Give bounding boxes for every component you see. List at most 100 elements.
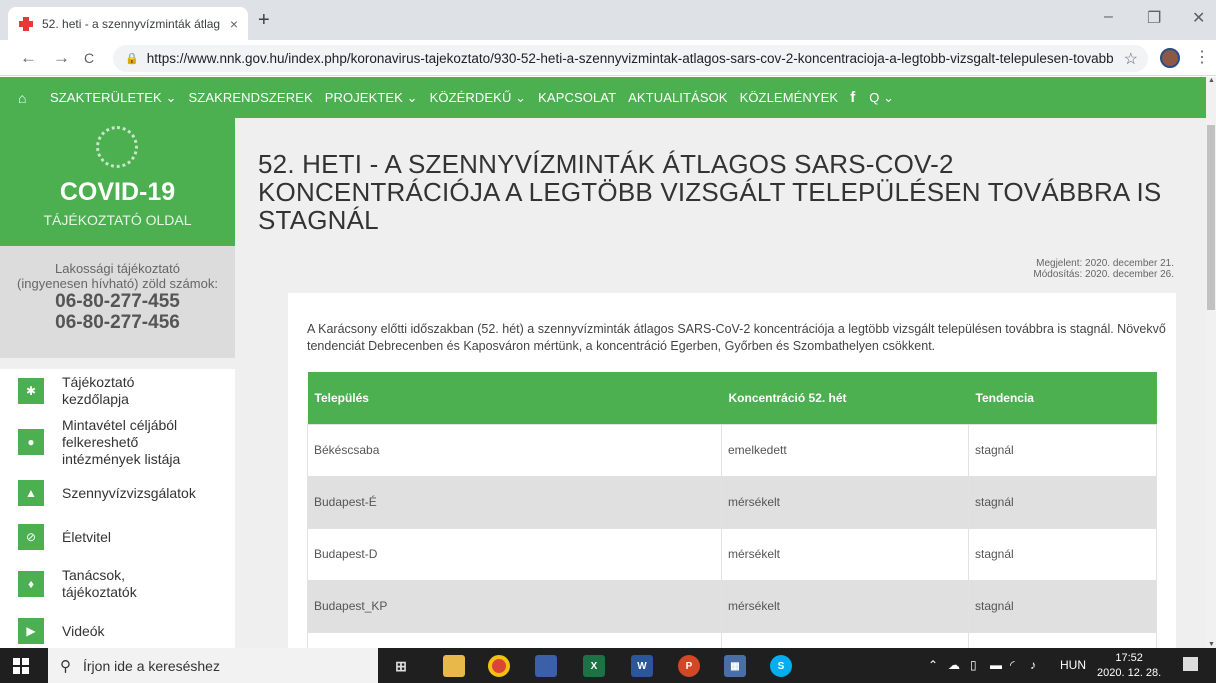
- back-icon[interactable]: ←: [20, 48, 37, 68]
- article-dates: Megjelent: 2020. december 21. Módosítás:…: [1033, 258, 1174, 280]
- sidebar-item-label: Szennyvízvizsgálatok: [62, 484, 196, 501]
- url-text[interactable]: https://www.nnk.gov.hu/index.php/koronav…: [147, 51, 1114, 66]
- nav-projektek[interactable]: PROJEKTEK ⌄: [325, 90, 418, 106]
- location-pin-icon: ●: [18, 429, 44, 455]
- save-app-icon[interactable]: [535, 655, 557, 677]
- cell-telepules: Budapest_KP: [307, 579, 722, 633]
- scroll-up-icon[interactable]: ▲: [1208, 77, 1215, 84]
- nav-kapcsolat[interactable]: KAPCSOLAT: [538, 90, 616, 105]
- published-date: Megjelent: 2020. december 21.: [1036, 258, 1174, 269]
- sidebar-item-videok[interactable]: ▶ Videók: [0, 609, 235, 648]
- file-explorer-icon[interactable]: [443, 655, 465, 677]
- browser-menu-icon[interactable]: ⋮: [1194, 47, 1210, 67]
- windows-start-icon[interactable]: [13, 658, 29, 674]
- site-favicon-icon: [18, 16, 34, 32]
- cell-telepules: Budapest-É: [307, 475, 722, 529]
- powerpoint-icon[interactable]: P: [678, 655, 700, 677]
- notification-center-icon[interactable]: [1183, 657, 1198, 671]
- nav-szakteruletek[interactable]: SZAKTERÜLETEK ⌄: [50, 90, 177, 106]
- nav-kozerdeku[interactable]: KÖZÉRDEKŰ ⌄: [430, 90, 527, 106]
- sidebar-item-label: Életvitel: [62, 528, 112, 545]
- nav-aktualitasok[interactable]: AKTUALITÁSOK: [628, 90, 727, 105]
- sidebar-item-label: Tanácsok, tájékoztatók: [62, 567, 137, 600]
- virus-icon: [96, 126, 138, 168]
- minimize-icon[interactable]: –: [1104, 8, 1113, 26]
- cell-telepules: [307, 631, 722, 648]
- profile-avatar[interactable]: [1160, 48, 1180, 68]
- taskbar-search-placeholder: Írjon ide a kereséshez: [83, 657, 220, 674]
- col-header-koncentracio: Koncentráció 52. hét: [721, 372, 969, 424]
- cell-tendencia: stagnál: [968, 527, 1157, 581]
- clock-time: 17:52: [1115, 652, 1143, 664]
- tray-chevron-icon[interactable]: ⌃: [928, 658, 938, 672]
- new-tab-button[interactable]: +: [258, 10, 270, 30]
- sidebar-item-mintavetel[interactable]: ● Mintavétel céljából felkereshető intéz…: [0, 413, 235, 471]
- article-body: A Karácsony előtti időszakban (52. hét) …: [288, 293, 1176, 648]
- cell-koncentracio: mérsékelt: [721, 527, 969, 581]
- close-window-icon[interactable]: ✕: [1192, 8, 1205, 28]
- col-header-telepules: Település: [307, 372, 722, 424]
- flask-icon: ▲: [18, 480, 44, 506]
- hotline-box: Lakossági tájékoztató (ingyenesen hívhat…: [0, 246, 235, 358]
- restore-icon[interactable]: ❐: [1147, 8, 1161, 28]
- page-scrollbar[interactable]: ▲ ▼: [1206, 77, 1216, 648]
- chrome-icon[interactable]: [488, 655, 510, 677]
- url-bar[interactable]: 🔒 https://www.nnk.gov.hu/index.php/koron…: [113, 45, 1148, 72]
- home-icon[interactable]: ⌂: [18, 90, 36, 106]
- cell-tendencia: stagnál: [968, 423, 1157, 477]
- reload-icon[interactable]: C: [84, 48, 94, 68]
- table-row: Békéscsaba emelkedett stagnál: [307, 423, 1157, 477]
- web-page: ⌂ SZAKTERÜLETEK ⌄ SZAKRENDSZEREK PROJEKT…: [0, 77, 1206, 648]
- sidebar-item-label: Videók: [62, 622, 105, 639]
- app-grid-icon[interactable]: ▦: [724, 655, 746, 677]
- cell-koncentracio: mérsékelt: [721, 475, 969, 529]
- sidebar-item-kezdolap[interactable]: ✱ Tájékoztató kezdőlapja: [0, 369, 235, 413]
- sidebar-item-szennyviz[interactable]: ▲ Szennyvízvizsgálatok: [0, 471, 235, 515]
- network-icon[interactable]: ▬: [990, 658, 1002, 672]
- input-language[interactable]: HUN: [1060, 658, 1086, 672]
- battery-icon: ▯: [970, 658, 977, 672]
- scroll-down-icon[interactable]: ▼: [1208, 641, 1215, 648]
- wifi-icon[interactable]: ◜: [1010, 658, 1015, 672]
- clock-date: 2020. 12. 28.: [1097, 667, 1162, 679]
- onedrive-icon[interactable]: ☁: [948, 658, 960, 672]
- covid-title: COVID-19: [59, 178, 176, 206]
- table-row: Budapest-D mérsékelt stagnál: [307, 527, 1157, 581]
- cell-tendencia: stagnál: [968, 579, 1157, 633]
- cell-telepules: Budapest-D: [307, 527, 722, 581]
- table-row: Budapest_KP mérsékelt stagnál: [307, 579, 1157, 633]
- bookmark-star-icon[interactable]: ☆: [1124, 49, 1138, 69]
- volume-icon[interactable]: ♪: [1030, 658, 1036, 672]
- table-row: [307, 631, 1157, 648]
- skype-icon[interactable]: S: [770, 655, 792, 677]
- no-handshake-icon: ⊘: [18, 524, 44, 550]
- virus-small-icon: ✱: [18, 378, 44, 404]
- cell-koncentracio: emelkedett: [721, 423, 969, 477]
- covid-subtitle: TÁJÉKOZTATÓ OLDAL: [43, 212, 192, 228]
- task-view-icon[interactable]: ⊞: [390, 655, 412, 677]
- covid-banner[interactable]: COVID-19 TÁJÉKOZTATÓ OLDAL: [0, 118, 235, 246]
- hotline-label-2: (ingyenesen hívható) zöld számok:: [17, 276, 218, 291]
- search-icon[interactable]: Q ⌄: [869, 90, 894, 106]
- sidebar-item-label: Mintavétel céljából felkereshető intézmé…: [62, 416, 181, 467]
- hotline-number-2[interactable]: 06-80-277-456: [0, 312, 235, 333]
- scrollbar-thumb[interactable]: [1207, 125, 1215, 310]
- address-bar-row: ← → C 🔒 https://www.nnk.gov.hu/index.php…: [0, 40, 1216, 76]
- search-icon: ⚲: [60, 657, 71, 675]
- tab-close-icon[interactable]: ×: [230, 16, 238, 32]
- video-icon: ▶: [18, 618, 44, 644]
- word-icon[interactable]: W: [631, 655, 653, 677]
- browser-tab[interactable]: 52. heti - a szennyvízminták átlag ×: [8, 7, 248, 40]
- forward-icon[interactable]: →: [53, 48, 70, 68]
- hotline-number-1[interactable]: 06-80-277-455: [0, 291, 235, 312]
- nav-szakrendszerek[interactable]: SZAKRENDSZEREK: [189, 90, 313, 105]
- taskbar-clock[interactable]: 17:52 2020. 12. 28.: [1097, 651, 1161, 681]
- taskbar-search-input[interactable]: ⚲ Írjon ide a kereséshez: [48, 648, 378, 683]
- sidebar-item-tanacsok[interactable]: ♦ Tanácsok, tájékoztatók: [0, 559, 235, 609]
- article-intro: A Karácsony előtti időszakban (52. hét) …: [307, 322, 1166, 353]
- cell-tendencia: [968, 631, 1157, 648]
- excel-icon[interactable]: X: [583, 655, 605, 677]
- nav-kozlemenyek[interactable]: KÖZLEMÉNYEK: [740, 90, 839, 105]
- facebook-icon[interactable]: f: [850, 89, 855, 106]
- sidebar-item-eletvitel[interactable]: ⊘ Életvitel: [0, 515, 235, 559]
